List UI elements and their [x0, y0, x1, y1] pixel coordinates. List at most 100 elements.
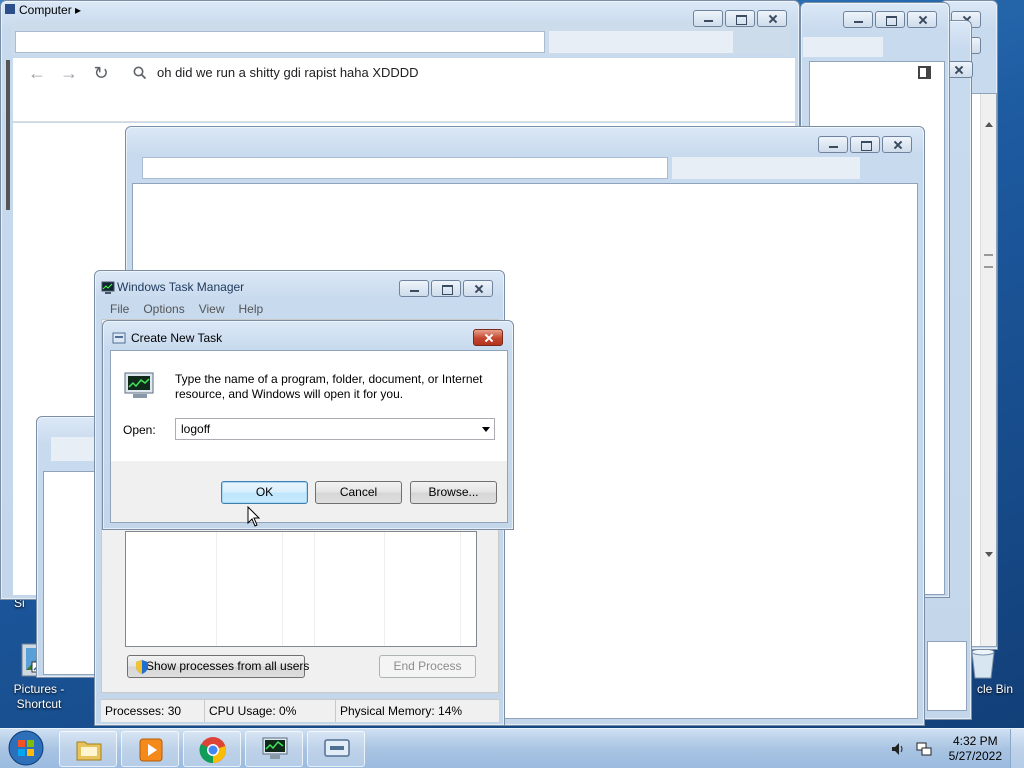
close-button[interactable]	[473, 329, 503, 346]
dialog-prompt: Type the name of a program, folder, docu…	[175, 372, 483, 401]
button-label: Cancel	[339, 485, 378, 499]
scroll-up-icon[interactable]	[985, 122, 993, 127]
minimize-button[interactable]	[693, 10, 723, 27]
breadcrumb[interactable]: Computer ▸	[5, 3, 81, 17]
window-controls	[818, 136, 912, 153]
clock-time: 4:32 PM	[952, 734, 998, 748]
close-button[interactable]	[463, 280, 493, 297]
search-box[interactable]	[803, 37, 883, 57]
window-title: Windows Task Manager	[117, 280, 245, 294]
run-dialog-icon	[112, 332, 126, 344]
dialog-content: Type the name of a program, folder, docu…	[111, 351, 507, 461]
show-all-processes-button[interactable]: Show processes from all users	[127, 655, 309, 678]
minimize-button[interactable]	[818, 136, 848, 153]
button-label: Show processes from all users	[146, 659, 310, 673]
create-new-task-dialog[interactable]: Create New Task Type the name of a progr…	[102, 320, 514, 530]
dialog-title: Create New Task	[131, 331, 223, 345]
status-memory: Physical Memory: 14%	[340, 704, 463, 718]
maximize-button[interactable]	[875, 11, 905, 28]
taskbar-task-manager[interactable]	[245, 731, 303, 767]
omnibox[interactable]: oh did we run a shitty gdi rapist haha X…	[123, 60, 791, 86]
desktop-icon-label: Pictures - Shortcut	[13, 682, 65, 711]
minimize-button[interactable]	[843, 11, 873, 28]
windows-orb-icon	[8, 730, 44, 766]
sidebar-toggle-icon[interactable]	[918, 66, 931, 79]
folder-icon	[76, 741, 102, 761]
cancel-button[interactable]: Cancel	[315, 481, 402, 504]
close-button[interactable]	[882, 136, 912, 153]
close-button[interactable]	[757, 10, 787, 27]
maximize-button[interactable]	[431, 280, 461, 297]
left-edge-strip	[6, 60, 10, 210]
window-controls	[843, 11, 937, 28]
task-manager-icon	[262, 737, 288, 759]
scroll-thumb[interactable]	[984, 254, 993, 268]
taskbar-chrome[interactable]	[183, 731, 241, 767]
address-bar[interactable]	[15, 31, 545, 53]
address-bar[interactable]	[142, 157, 668, 179]
menu-view[interactable]: View	[192, 300, 232, 318]
taskbar-run[interactable]	[307, 731, 365, 767]
window-controls	[693, 10, 787, 27]
show-desktop-button[interactable]	[1010, 729, 1024, 768]
column-divider	[314, 532, 315, 646]
ok-button[interactable]: OK	[221, 481, 308, 504]
menu-file[interactable]: File	[103, 300, 136, 318]
volume-icon[interactable]	[890, 741, 906, 757]
window-client	[927, 641, 967, 711]
button-label: OK	[255, 485, 274, 499]
menu-help[interactable]: Help	[232, 300, 271, 318]
clock-date: 5/27/2022	[948, 749, 1002, 763]
desktop-icon-label: cle Bin	[976, 682, 1014, 696]
forward-icon[interactable]: →	[59, 63, 79, 83]
column-divider	[460, 532, 461, 646]
close-button[interactable]	[907, 11, 937, 28]
start-button[interactable]	[0, 727, 54, 768]
scrollbar[interactable]	[980, 94, 996, 646]
status-cpu: CPU Usage: 0%	[205, 700, 336, 722]
menu-options[interactable]: Options	[136, 300, 191, 318]
uac-shield-icon	[136, 660, 148, 674]
column-divider	[384, 532, 385, 646]
dialog-body: Type the name of a program, folder, docu…	[110, 350, 508, 523]
end-process-button[interactable]: End Process	[379, 655, 476, 678]
back-icon[interactable]: ←	[27, 63, 47, 83]
reload-icon[interactable]: ↻	[91, 63, 111, 83]
search-icon	[133, 66, 147, 80]
maximize-button[interactable]	[850, 136, 880, 153]
clock[interactable]: 4:32 PM 5/27/2022	[949, 734, 1002, 764]
column-divider	[216, 532, 217, 646]
task-manager-icon	[101, 281, 115, 294]
desktop-icon-recycle-bin[interactable]: cle Bin	[966, 646, 1024, 706]
button-label: Browse...	[428, 485, 479, 499]
scroll-down-icon[interactable]	[985, 552, 993, 557]
folder-icon	[5, 4, 15, 14]
browser-toolbar: ← → ↻ oh did we run a shitty gdi rapist …	[13, 58, 795, 122]
window-controls	[399, 280, 493, 297]
browse-button[interactable]: Browse...	[410, 481, 497, 504]
maximize-button[interactable]	[725, 10, 755, 27]
process-list[interactable]	[125, 531, 477, 647]
open-field-value[interactable]: logoff	[181, 422, 210, 436]
status-bar: Processes: 30 CPU Usage: 0% Physical Mem…	[101, 699, 499, 722]
network-icon[interactable]	[916, 741, 932, 757]
media-player-icon	[139, 738, 163, 762]
taskbar-explorer[interactable]	[59, 731, 117, 767]
taskbar: 4:32 PM 5/27/2022	[0, 728, 1024, 768]
search-box[interactable]	[549, 31, 733, 53]
omnibox-text: oh did we run a shitty gdi rapist haha X…	[157, 65, 419, 80]
run-icon	[324, 739, 350, 757]
window-controls	[473, 329, 503, 346]
open-combobox[interactable]: logoff	[175, 418, 495, 440]
breadcrumb-text: Computer ▸	[19, 3, 82, 17]
column-divider	[282, 532, 283, 646]
status-processes: Processes: 30	[101, 700, 205, 722]
menu-bar: File Options View Help	[103, 300, 270, 318]
chevron-down-icon[interactable]	[482, 427, 490, 432]
program-icon	[124, 372, 154, 398]
open-label: Open:	[123, 423, 156, 437]
search-box[interactable]	[672, 157, 860, 179]
chrome-icon	[199, 737, 226, 764]
taskbar-media-player[interactable]	[121, 731, 179, 767]
minimize-button[interactable]	[399, 280, 429, 297]
